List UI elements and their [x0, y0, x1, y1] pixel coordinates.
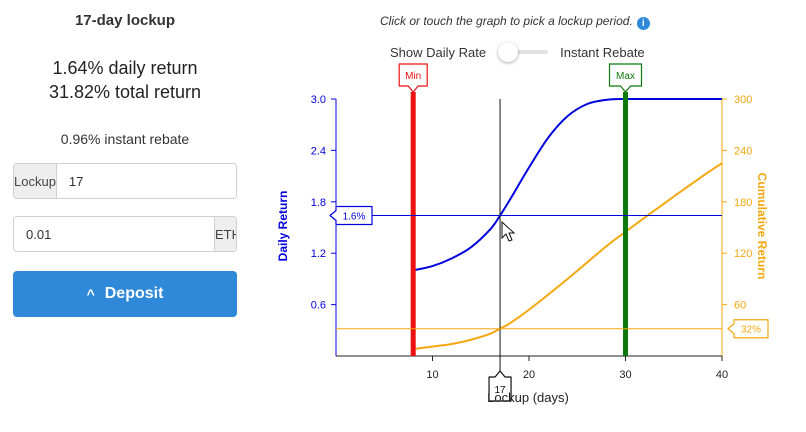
total-return-text: 31.82% total return: [48, 82, 202, 102]
info-icon[interactable]: i: [636, 17, 650, 30]
selected-lockup-callout-text: 17: [494, 385, 506, 396]
lockup-input-group: Lockup days: [13, 163, 237, 199]
graph-hint-text: Click or touch the graph to pick a locku…: [380, 14, 633, 28]
x-tick-label: 10: [426, 369, 438, 381]
left-axis-title: Daily Return: [276, 191, 290, 262]
left-tick-label: 1.8: [311, 197, 326, 209]
selected-lockup-callout: 17: [488, 370, 512, 402]
toggle-knob[interactable]: [498, 42, 519, 62]
cumulative-callout-text: 32%: [741, 325, 761, 336]
left-tick-label: 3.0: [311, 94, 326, 106]
toggle-left-label: Show Daily Rate: [390, 44, 487, 60]
max-callout-box: [608, 63, 643, 93]
currency-unit-label: ETH: [214, 217, 236, 251]
left-tick-label: 2.4: [311, 145, 326, 157]
amount-input[interactable]: [14, 217, 214, 251]
max-callout: Max: [608, 63, 643, 93]
instant-rebate-text: 0.96% instant rebate: [60, 131, 190, 147]
amount-input-group: ETH: [13, 216, 237, 252]
rate-toggle-switch[interactable]: [498, 42, 549, 62]
selected-lockup-callout-box: [488, 370, 512, 402]
right-tick-label: 300: [734, 94, 752, 106]
cumulative-callout: 32%: [727, 319, 769, 339]
deposit-button[interactable]: ^ Deposit: [13, 271, 237, 317]
deposit-button-label: Deposit: [104, 285, 164, 302]
lockup-title: 17-day lockup: [74, 12, 176, 29]
left-tick-label: 1.2: [311, 248, 326, 260]
graph-hint: Click or touch the graph to pick a locku…: [380, 14, 650, 30]
daily-return-text: 1.64% daily return: [52, 58, 198, 78]
right-tick-label: 180: [734, 197, 752, 209]
toggle-right-label: Instant Rebate: [560, 44, 645, 60]
lockup-days-input[interactable]: [56, 164, 236, 198]
min-callout-text: Min: [405, 71, 421, 82]
cumulative-callout-box: [727, 319, 769, 339]
rate-toggle: Show Daily Rate Instant Rebate: [390, 42, 645, 62]
chevron-up-icon: ^: [86, 286, 95, 302]
right-axis-title: Cumulative Return: [755, 173, 769, 280]
x-tick-label: 30: [619, 369, 631, 381]
x-axis-title: Lockup (days): [487, 390, 569, 405]
min-callout: Min: [398, 63, 428, 93]
min-callout-box: [398, 63, 428, 93]
x-tick-label: 20: [523, 369, 535, 381]
x-tick-label: 40: [716, 369, 728, 381]
left-tick-label: 0.6: [311, 300, 326, 312]
deposit-panel: 17-day lockup 1.64% daily return 31.82% …: [0, 0, 250, 432]
lockup-label: Lockup: [14, 164, 57, 198]
right-tick-label: 120: [734, 248, 752, 260]
max-callout-text: Max: [616, 71, 635, 82]
right-tick-label: 60: [734, 300, 746, 312]
right-tick-label: 240: [734, 145, 752, 157]
